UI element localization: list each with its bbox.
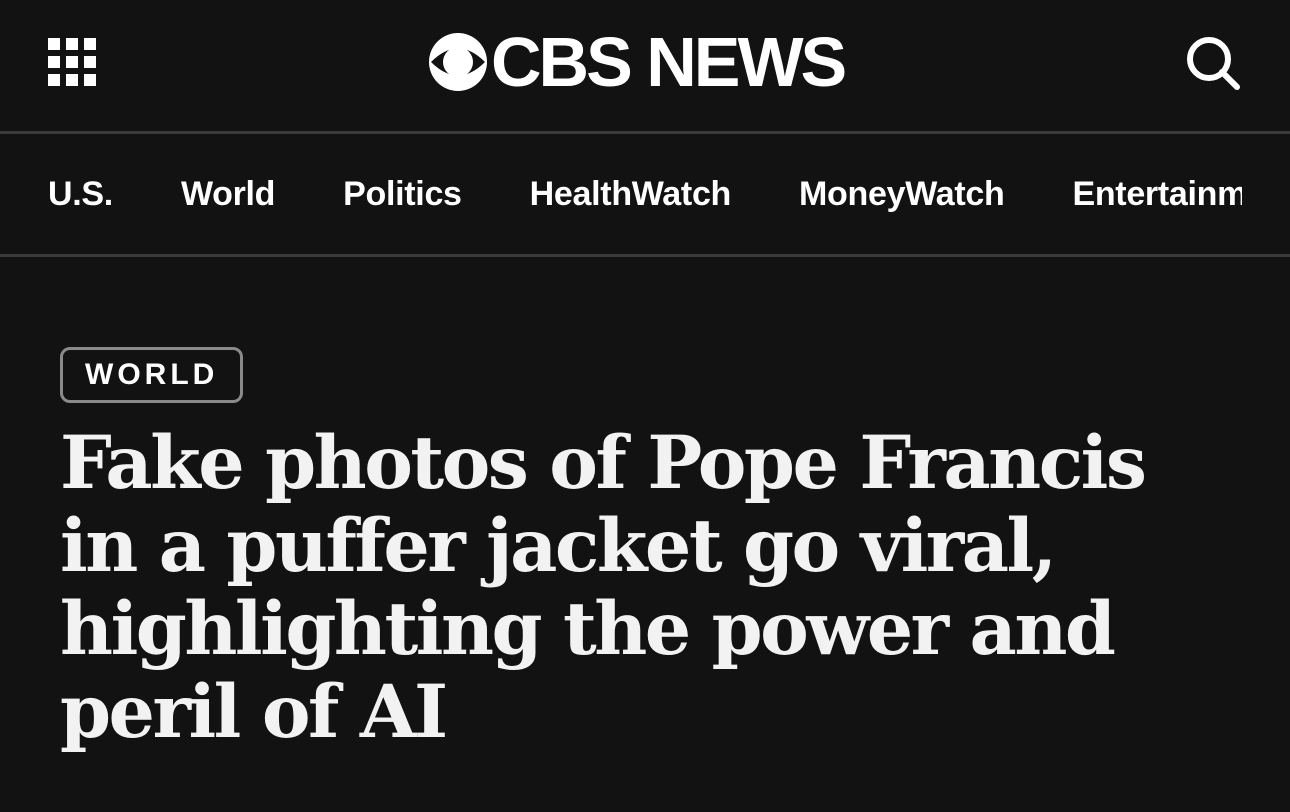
section-nav-scroller[interactable]: U.S. World Politics HealthWatch MoneyWatch En… bbox=[48, 134, 1242, 254]
category-badge[interactable]: WORLD bbox=[60, 347, 244, 403]
nav-item-moneywatch[interactable]: MoneyWatch bbox=[799, 134, 1005, 254]
cbs-news-logo[interactable]: CBS NEWS bbox=[429, 23, 847, 101]
article-headline: Fake photos of Pope Francis in a puffer … bbox=[60, 420, 1147, 755]
nav-item-us[interactable]: U.S. bbox=[48, 134, 113, 254]
nav-item-healthwatch[interactable]: HealthWatch bbox=[530, 134, 732, 254]
nav-item-world[interactable]: World bbox=[181, 134, 276, 254]
logo-wordmark: CBS NEWS bbox=[491, 23, 847, 101]
nav-item-entertainment[interactable]: Entertainment bbox=[1072, 134, 1242, 254]
section-nav: U.S. World Politics HealthWatch MoneyWatch En… bbox=[0, 134, 1290, 257]
site-header: CBS NEWS bbox=[0, 0, 1290, 134]
nav-item-politics[interactable]: Politics bbox=[343, 134, 462, 254]
search-icon[interactable] bbox=[1184, 34, 1242, 92]
grid-menu-icon[interactable] bbox=[48, 38, 96, 86]
cbs-eye-icon bbox=[429, 33, 487, 91]
